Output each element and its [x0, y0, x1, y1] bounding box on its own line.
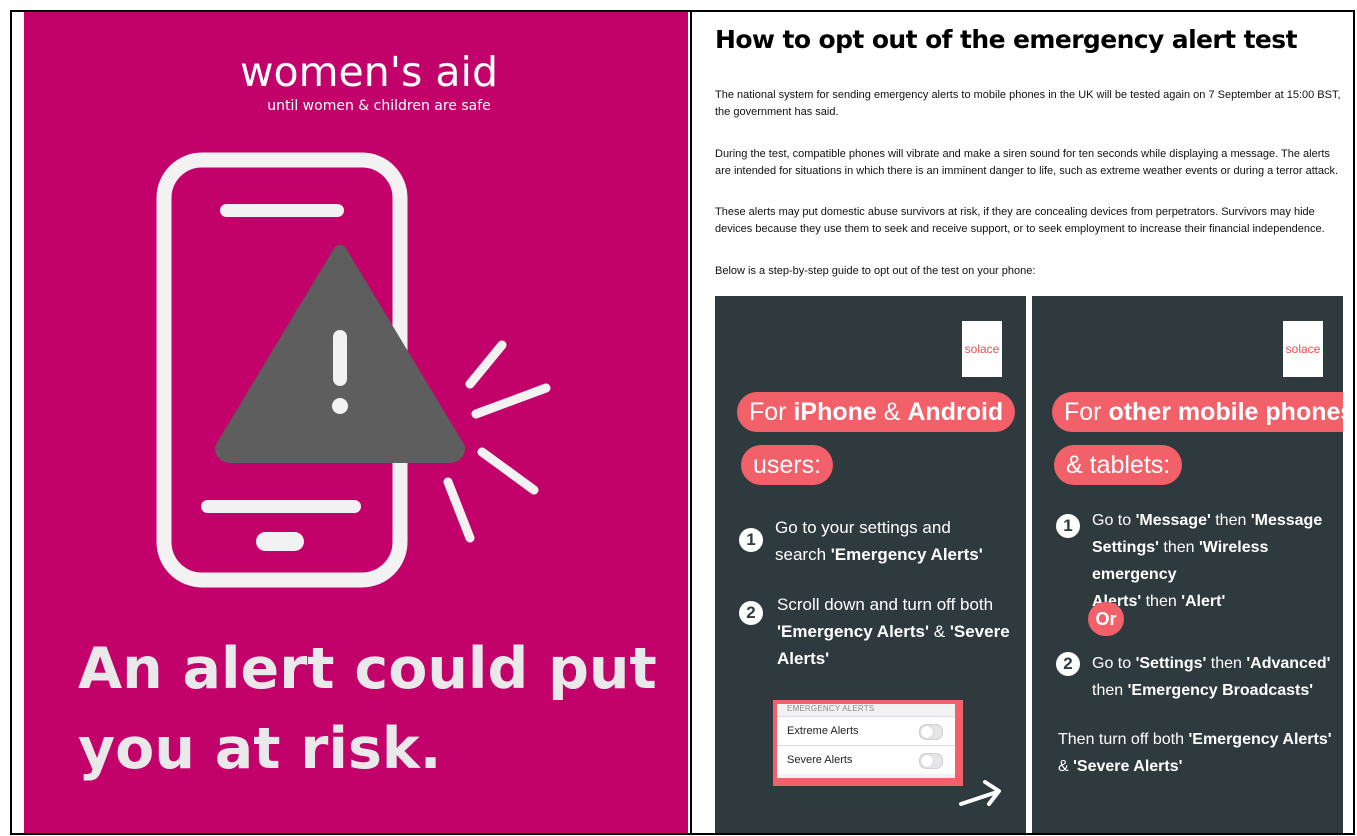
step-2-text: Go to 'Settings' then 'Advanced' then 'E…: [1092, 655, 1331, 699]
settings-row-extreme-alerts: Extreme Alerts: [777, 716, 955, 745]
article-title: How to opt out of the emergency alert te…: [715, 25, 1298, 54]
brand-logo-text: women's aid: [240, 48, 498, 96]
settings-section-header: EMERGENCY ALERTS: [787, 704, 875, 713]
step-number-1: 1: [739, 528, 763, 552]
article-paragraph: During the test, compatible phones will …: [715, 148, 1339, 177]
guide-card-other-phones: solace For other mobile phones & tablets…: [1032, 296, 1343, 833]
settings-screenshot: EMERGENCY ALERTS Extreme Alerts Severe A…: [773, 700, 963, 786]
screenshot-frame: women's aid until women & children are s…: [10, 10, 1355, 835]
step-number-2: 2: [1056, 652, 1080, 676]
guide-card-iphone-android: solace For iPhone & Android users: 1 Go …: [715, 296, 1026, 833]
guide-heading-line-2: users:: [741, 445, 834, 485]
article-paragraph: These alerts may put domestic abuse surv…: [715, 206, 1325, 235]
headline-line-2: you at risk.: [78, 716, 441, 782]
guide-heading: For iPhone & Android: [737, 392, 1016, 432]
brand-tagline: until women & children are safe: [267, 98, 491, 114]
poster-graphic: women's aid until women & children are s…: [24, 12, 688, 833]
solace-logo: solace: [1283, 321, 1323, 377]
arrow-right-icon: [959, 780, 1001, 806]
toggle-switch-icon: [919, 753, 943, 769]
settings-row-severe-alerts: Severe Alerts: [777, 745, 955, 774]
step-1-text: Go to your settings and search 'Emergenc…: [775, 518, 983, 564]
step-number-2: 2: [739, 601, 763, 625]
or-badge: Or: [1088, 602, 1124, 636]
step-1-text: Go to 'Message' then 'Message Settings' …: [1092, 512, 1323, 610]
article-paragraph: The national system for sending emergenc…: [715, 89, 1341, 118]
final-instruction: Then turn off both 'Emergency Alerts' & …: [1058, 731, 1332, 775]
step-number-1: 1: [1056, 514, 1080, 538]
toggle-switch-icon: [919, 724, 943, 740]
womens-aid-poster: women's aid until women & children are s…: [24, 12, 688, 833]
guide-heading: For other mobile phones: [1052, 392, 1343, 432]
panel-divider: [690, 12, 692, 833]
solace-logo: solace: [962, 321, 1002, 377]
article-panel: How to opt out of the emergency alert te…: [715, 12, 1353, 833]
guide-heading-line-2: & tablets:: [1054, 445, 1183, 485]
headline-line-1: An alert could put: [78, 636, 657, 702]
article-paragraph: Below is a step-by-step guide to opt out…: [715, 265, 1036, 277]
step-2-text: Scroll down and turn off both 'Emergency…: [777, 595, 1010, 668]
